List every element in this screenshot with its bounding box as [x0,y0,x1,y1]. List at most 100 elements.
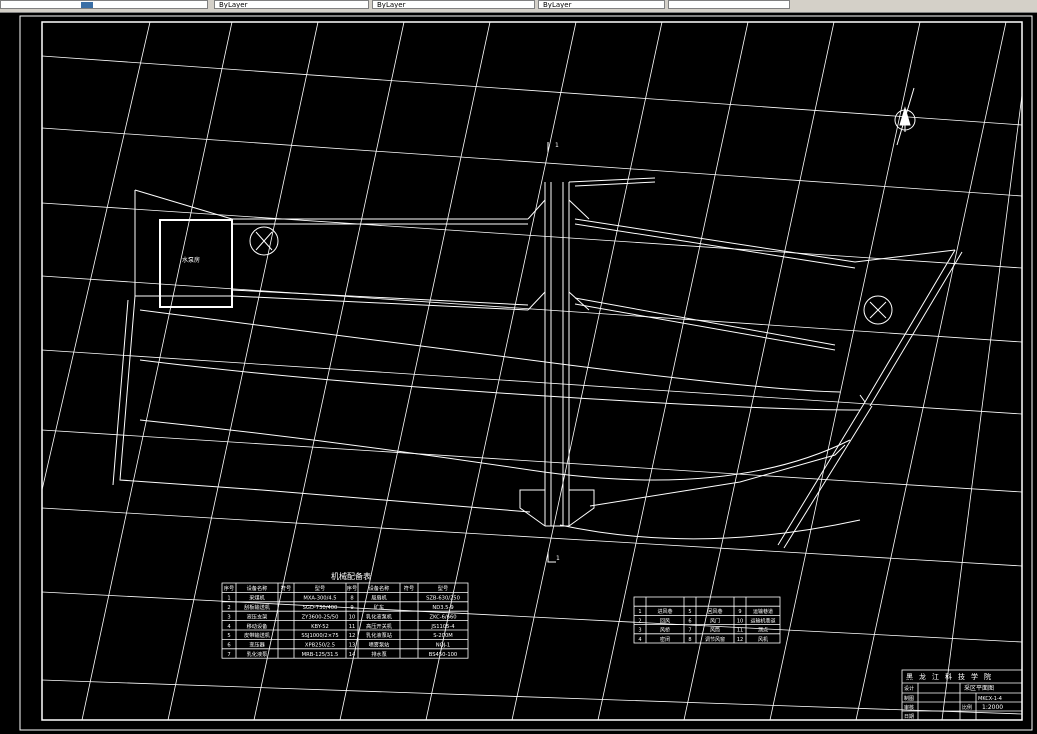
legend-table: 1 进风巷 5 回风巷 9 运输巷道 2 回风 6 风门 10 运输机巷道 3 风桥 7 风筒 11 测点 4 密闭 8… [633,596,781,644]
equipment-table-cell: 8 [350,596,353,602]
legend-table-cell: 风筒 [710,627,720,634]
equipment-table-header: 设备名称 [369,584,390,592]
equipment-table-cell: 12 [349,633,356,639]
equipment-table-header: 符号 [404,584,414,592]
title-row-label-3: 审核 [904,704,914,711]
equipment-table-header: 型号 [315,584,325,592]
equipment-table-cell: 采煤机 [249,594,265,602]
legend-table-cell: 11 [737,628,743,634]
legend-table-cell: 6 [688,618,691,624]
legend-table-cell: 3 [638,628,641,634]
legend-table-cell: 风门 [710,617,720,624]
equipment-table-cell: SZB-630/250 [426,596,460,602]
equipment-table-cell: 局扇机 [371,594,387,602]
legend-table-cell: 密闭 [660,636,670,643]
equipment-table-cell: 9 [350,605,353,611]
equipment-table-cell: 乳化液泵站 [366,631,392,639]
scale-label: 比例 [962,704,972,711]
legend-table-cell: 运输机巷道 [750,617,775,624]
equipment-table: 机械配备表 序号 设备名称 符号 型号 序号 设备名称 符号 型号 1 采煤机 MXA-300/4.… [221,571,469,659]
equipment-table-header: 符号 [281,584,291,592]
equipment-table-title: 机械配备表 [331,571,371,581]
legend-table-cell: 测点 [758,627,768,634]
linetype-dropdown[interactable]: ByLayer [372,0,535,9]
scale-value: 1:2000 [982,704,1003,711]
equipment-table-cell: 刮板输送机 [244,603,271,611]
equipment-table-cell: 变压器 [249,641,265,649]
drawing-canvas[interactable]: 水泵房 1 1 机械配备表 序号 设备名称 符号 型号 序号 设备名称 符号 型号 1 采煤机 MX… [0,12,1037,734]
equipment-table-cell: 11 [349,624,356,630]
equipment-table-cell: 1 [227,596,230,602]
equipment-table-cell: 乳化液泵 [247,650,268,658]
equipment-table-cell: 乳化液泵机 [366,612,393,620]
title-block: 黑龙江科技学院 采区平面图 MKCX-1-4 比例 1:2000 设计 制图 审… [901,669,1023,721]
layer-state-icon [81,2,93,8]
equipment-table-header: 型号 [438,584,448,592]
legend-table-cell: 1 [638,609,641,615]
equipment-table-cell: SSJ1000/2×75 [301,633,338,639]
equipment-table-cell: NQJ-1 [436,643,450,649]
legend-table-cell: 风机 [758,636,768,643]
equipment-table-cell: 5 [227,633,230,639]
equipment-table-cell: 6 [227,643,230,649]
outer-frame [19,15,1033,731]
section-label-top: 1 [555,142,559,149]
legend-table-cell: 5 [688,609,691,615]
equipment-table-cell: 移动设备 [247,622,269,630]
equipment-table-cell: JS1105-4 [430,624,455,630]
equipment-table-cell: 3 [227,614,230,620]
equipment-table-cell: 高压开关机 [366,622,393,630]
equipment-table-cell: MRB-125/31.5 [302,652,339,658]
section-label-bottom: 1 [556,555,560,562]
equipment-table-cell: ND3.5-9 [432,605,453,611]
legend-table-cell: 回风 [660,618,670,624]
title-row-label-2: 制图 [904,695,914,702]
section-mark-bottom [547,552,556,563]
legend-table-cell: 7 [688,628,691,634]
equipment-table-cell: 喷雾泵站 [369,641,390,649]
equipment-table-cell: 液压支架 [247,612,268,620]
equipment-table-cell: 2 [227,605,230,611]
sheet-title: 采区平面图 [964,684,994,692]
equipment-table-cell: 13 [349,643,356,649]
equipment-table-cell: ZKC-6/660 [429,614,456,620]
title-row-label-1: 设计 [904,685,914,692]
fan-symbol-right [863,295,893,325]
equipment-table-cell: 矿车 [374,603,384,611]
equipment-table-cell: S-200M [433,633,453,639]
equipment-table-cell: MXA-300/4.5 [303,596,336,602]
legend-table-cell: 9 [738,609,741,615]
legend-table-cell: 运输巷道 [753,608,773,615]
fan-symbol-left [249,226,279,256]
equipment-table-cell: KBY-52 [311,624,329,630]
title-row-label-4: 日期 [904,714,914,720]
legend-table-cell: 进风巷 [657,608,672,615]
coordinate-grid [41,21,1023,721]
equipment-table-cell: XPB250/2.5 [305,643,335,649]
institute-name: 黑龙江科技学院 [906,672,997,681]
color-dropdown[interactable]: ByLayer [214,0,369,9]
legend-table-cell: 4 [638,637,641,643]
equipment-table-cell: 10 [349,614,356,620]
legend-table-cell: 调节风窗 [705,636,725,643]
equipment-table-header: 序号 [224,584,234,592]
legend-table-cell: 8 [688,637,691,643]
equipment-table-cell: BS450-100 [429,652,457,658]
layer-dropdown[interactable] [0,0,208,9]
equipment-table-cell: 14 [349,652,356,658]
equipment-table-header: 设备名称 [247,584,268,592]
equipment-table-cell: 4 [227,624,231,630]
legend-table-cell: 12 [737,637,743,643]
equipment-table-cell: SGD-730/400 [303,605,338,611]
equipment-table-cell: ZY3600-25/50 [302,614,339,620]
plotstyle-dropdown[interactable] [668,0,790,9]
legend-table-cell: 10 [737,618,743,624]
pump-room-label: 水泵房 [182,256,200,264]
inner-frame [41,21,1023,721]
lineweight-dropdown[interactable]: ByLayer [538,0,665,9]
legend-table-cell: 风桥 [660,627,670,634]
legend-table-cell: 2 [638,618,641,624]
equipment-table-header: 序号 [347,584,357,592]
equipment-table-cell: 7 [227,652,230,658]
drawing-number: MKCX-1-4 [978,696,1002,702]
